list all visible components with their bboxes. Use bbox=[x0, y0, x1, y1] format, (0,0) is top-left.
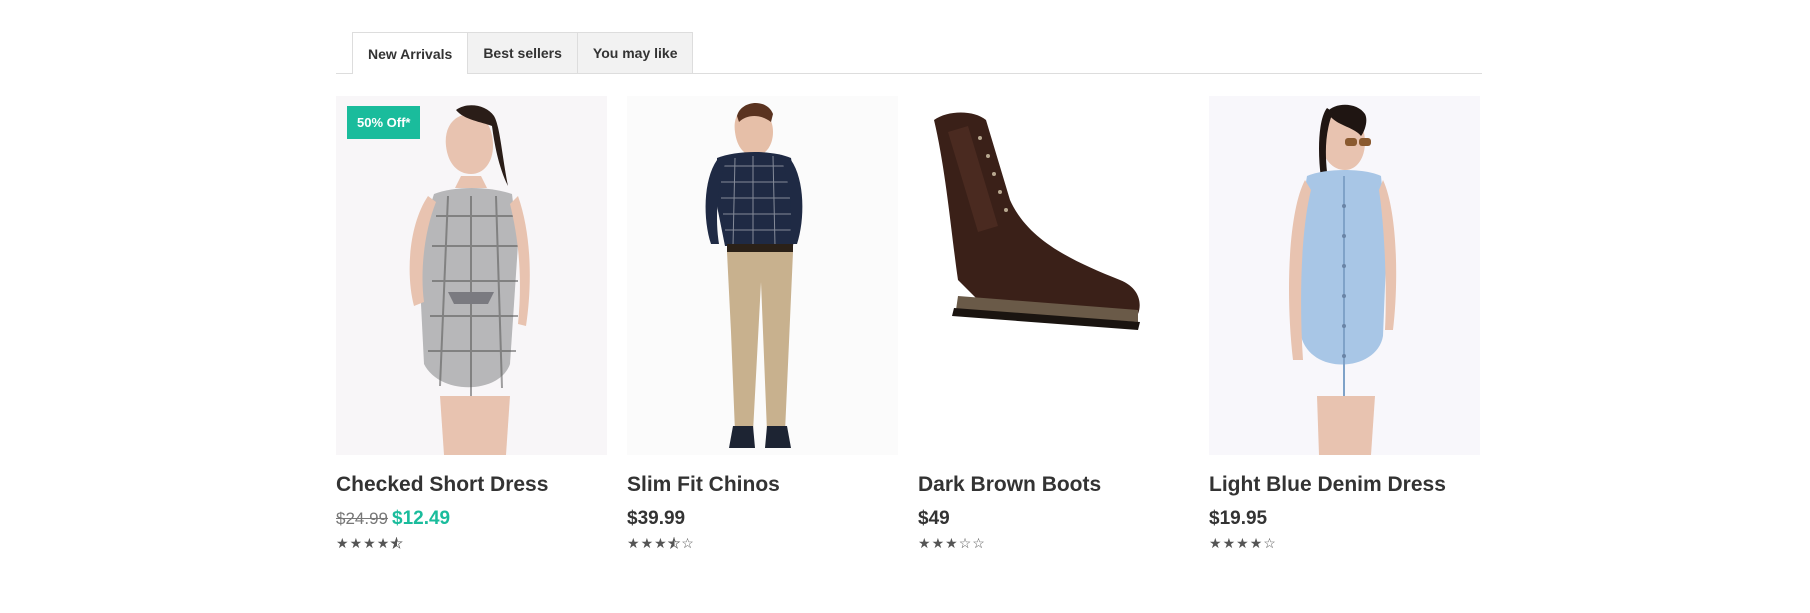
star-full-icon: ★ bbox=[945, 535, 959, 551]
star-full-icon: ★ bbox=[349, 535, 364, 551]
star-empty-icon: ☆ bbox=[1263, 535, 1277, 551]
tab-best-sellers[interactable]: Best sellers bbox=[467, 32, 578, 73]
product-image-checked-dress[interactable]: 50% Off* bbox=[336, 96, 607, 455]
product-card[interactable]: Light Blue Denim Dress $19.95 ★★★★☆ bbox=[1209, 96, 1480, 553]
product-name[interactable]: Light Blue Denim Dress bbox=[1209, 472, 1480, 498]
star-full-icon: ★ bbox=[640, 535, 655, 551]
product-card[interactable]: Slim Fit Chinos $39.99 ★★★★☆ bbox=[627, 96, 898, 553]
tab-you-may-like[interactable]: You may like bbox=[576, 32, 694, 73]
star-full-icon: ★ bbox=[376, 535, 391, 551]
discount-badge: 50% Off* bbox=[347, 106, 421, 139]
product-card[interactable]: Dark Brown Boots $49 ★★★☆☆ bbox=[918, 96, 1189, 553]
product-name[interactable]: Dark Brown Boots bbox=[918, 472, 1189, 498]
tab-new-arrivals[interactable]: New Arrivals bbox=[352, 32, 469, 74]
product-card[interactable]: 50% Off* Checked Short Dress $24.99 $12.4… bbox=[336, 96, 607, 553]
star-rating: ★★★★☆ bbox=[1209, 533, 1480, 553]
product-image-denim-dress[interactable] bbox=[1209, 96, 1480, 455]
star-full-icon: ★ bbox=[363, 535, 377, 551]
product-grid: 50% Off* Checked Short Dress $24.99 $12.4… bbox=[336, 96, 1480, 553]
star-empty-icon: ☆ bbox=[958, 535, 973, 551]
star-rating: ★★★★☆ bbox=[627, 533, 898, 553]
star-full-icon: ★ bbox=[627, 535, 641, 551]
old-price: $24.99 bbox=[336, 509, 388, 528]
product-name[interactable]: Slim Fit Chinos bbox=[627, 472, 898, 498]
star-full-icon: ★ bbox=[336, 535, 350, 551]
star-full-icon: ★ bbox=[918, 535, 932, 551]
product-section: New Arrivals Best sellers You may like 5… bbox=[336, 0, 1482, 551]
product-image-boots[interactable] bbox=[918, 96, 1189, 455]
star-empty-icon: ☆ bbox=[681, 535, 695, 551]
star-rating: ★★★★★ bbox=[336, 533, 607, 553]
star-full-icon: ★ bbox=[1249, 535, 1264, 551]
star-empty-icon: ☆ bbox=[972, 535, 986, 551]
star-full-icon: ★ bbox=[1222, 535, 1237, 551]
product-price: $49 bbox=[918, 508, 950, 529]
star-full-icon: ★ bbox=[654, 535, 668, 551]
star-rating: ★★★☆☆ bbox=[918, 533, 1189, 553]
star-half-icon: ★ bbox=[390, 535, 404, 552]
star-full-icon: ★ bbox=[931, 535, 946, 551]
product-image-chinos[interactable] bbox=[627, 96, 898, 455]
product-price: $24.99 $12.49 bbox=[336, 507, 607, 531]
star-full-icon: ★ bbox=[1236, 535, 1250, 551]
product-price: $39.99 bbox=[627, 508, 686, 529]
product-name[interactable]: Checked Short Dress bbox=[336, 472, 607, 498]
tab-bar: New Arrivals Best sellers You may like bbox=[336, 0, 1482, 74]
sale-price: $12.49 bbox=[392, 508, 451, 529]
star-half-icon: ★ bbox=[667, 535, 682, 552]
product-price: $19.95 bbox=[1209, 508, 1268, 529]
star-full-icon: ★ bbox=[1209, 535, 1223, 551]
